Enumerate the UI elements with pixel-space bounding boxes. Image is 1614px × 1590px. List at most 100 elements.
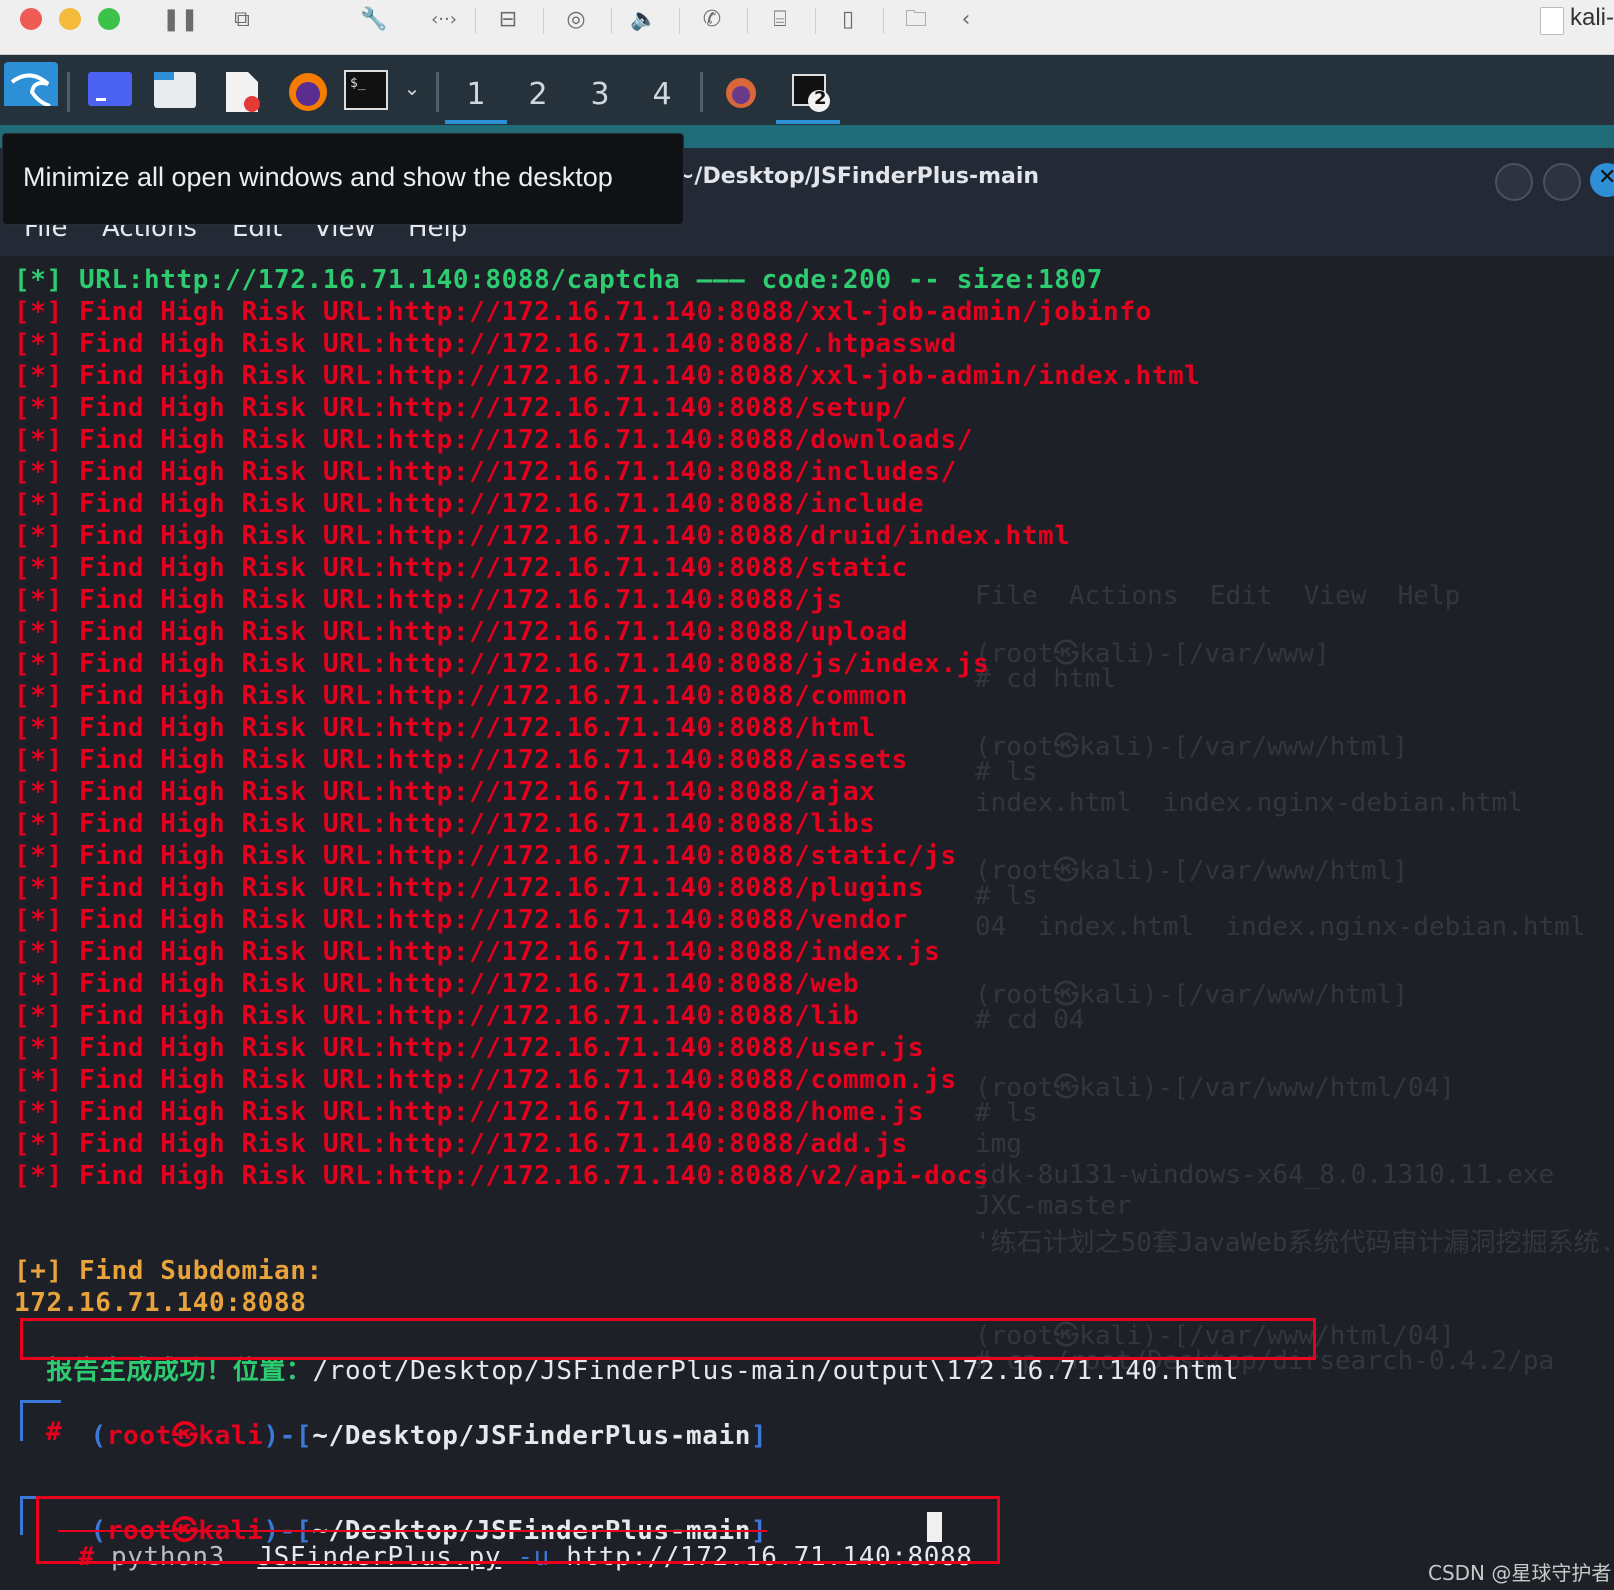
ghost-line: index.html index.nginx-debian.html [975, 788, 1523, 818]
vm-toolbar: ❚❚ ⧉ 🔧 ‹··› ⊟ ◎ 🔈 ✆ ⌸ ▯ 🗀 ‹ kali- [0, 0, 1614, 55]
terminal-badge: 2 [814, 88, 827, 109]
show-desktop-tooltip: Minimize all open windows and show the d… [2, 133, 684, 225]
chevron-left-icon[interactable]: ‹ [952, 6, 980, 34]
risk-url: http://172.16.71.140:8088/ajax [387, 777, 876, 807]
risk-url-line: [*] Find High Risk URL:http://172.16.71.… [14, 1001, 859, 1031]
shared-folder-icon[interactable]: 🗀 [902, 6, 930, 34]
prompt-user: root [106, 1421, 172, 1451]
risk-prefix: [*] Find High Risk URL: [14, 617, 388, 647]
risk-url: http://172.16.71.140:8088/includes/ [387, 457, 957, 487]
risk-prefix: [*] Find High Risk URL: [14, 425, 388, 455]
camera-icon[interactable]: ◎ [562, 6, 590, 34]
highlight-command-box [36, 1496, 1000, 1564]
risk-url-line: [*] Find High Risk URL:http://172.16.71.… [14, 1033, 924, 1063]
workspace-1[interactable]: 1 [445, 66, 507, 124]
close-icon: ✕ [1598, 165, 1614, 190]
ghost-line: JXC-master [975, 1191, 1132, 1221]
report-path: /root/Desktop/JSFinderPlus-main/output\1… [312, 1356, 1239, 1386]
hard-disk-icon[interactable]: ⊟ [494, 6, 522, 34]
terminal-icon[interactable]: $_ [344, 70, 388, 114]
risk-url-line: [*] Find High Risk URL:http://172.16.71.… [14, 457, 957, 487]
prompt-skull-icon: ㉿ [171, 1421, 199, 1451]
minimize-button[interactable] [1495, 163, 1533, 201]
captcha-line: [*] URL:http://172.16.71.140:8088/captch… [14, 265, 1103, 295]
file-manager-icon[interactable] [152, 70, 198, 114]
show-desktop-icon[interactable] [88, 70, 132, 114]
risk-url: http://172.16.71.140:8088/druid/index.ht… [387, 521, 1071, 551]
close-window-button[interactable] [20, 8, 42, 30]
text-editor-icon[interactable] [222, 70, 262, 114]
firefox-window-icon[interactable] [722, 74, 760, 118]
risk-url-line: [*] Find High Risk URL:http://172.16.71.… [14, 841, 957, 871]
ghost-line: 04 index.html index.nginx-debian.html [975, 912, 1586, 942]
risk-url: http://172.16.71.140:8088/js/index.js [387, 649, 990, 679]
risk-url: http://172.16.71.140:8088/vendor [387, 905, 908, 935]
risk-prefix: [*] Find High Risk URL: [14, 1033, 388, 1063]
risk-url-line: [*] Find High Risk URL:http://172.16.71.… [14, 937, 940, 967]
risk-url: http://172.16.71.140:8088/.htpasswd [387, 329, 957, 359]
risk-url: http://172.16.71.140:8088/xxl-job-admin/… [387, 297, 1152, 327]
risk-url-line: [*] Find High Risk URL:http://172.16.71.… [14, 1161, 989, 1191]
risk-prefix: [*] Find High Risk URL: [14, 489, 388, 519]
chevron-down-icon[interactable]: ⌄ [398, 74, 426, 102]
risk-url: http://172.16.71.140:8088/js [387, 585, 843, 615]
snapshot-icon[interactable]: ⧉ [228, 6, 256, 34]
risk-url: http://172.16.71.140:8088/lib [387, 1001, 860, 1031]
risk-url-line: [*] Find High Risk URL:http://172.16.71.… [14, 329, 957, 359]
risk-prefix: [*] Find High Risk URL: [14, 841, 388, 871]
risk-url-line: [*] Find High Risk URL:http://172.16.71.… [14, 1129, 908, 1159]
ghost-line: img [975, 1129, 1022, 1159]
ghost-line: # ls [975, 881, 1038, 911]
risk-url: http://172.16.71.140:8088/user.js [387, 1033, 925, 1063]
code-icon[interactable]: ‹··› [427, 6, 461, 34]
terminal-window-task[interactable]: 2 [776, 66, 840, 124]
svg-text:$_: $_ [350, 76, 366, 91]
ghost-line: (root㉿kali)-[/var/www/html] [975, 732, 1408, 762]
pause-icon[interactable]: ❚❚ [162, 6, 199, 34]
prompt-hash: # [46, 1417, 63, 1447]
workspace-3[interactable]: 3 [569, 66, 631, 124]
risk-url: http://172.16.71.140:8088/add.js [387, 1129, 908, 1159]
highlight-report-box [20, 1318, 1316, 1360]
risk-prefix: [*] Find High Risk URL: [14, 393, 388, 423]
risk-prefix: [*] Find High Risk URL: [14, 361, 388, 391]
risk-url-line: [*] Find High Risk URL:http://172.16.71.… [14, 297, 1152, 327]
risk-prefix: [*] Find High Risk URL: [14, 745, 388, 775]
risk-url: http://172.16.71.140:8088/static/js [387, 841, 957, 871]
workspace-2[interactable]: 2 [507, 66, 569, 124]
risk-url-line: [*] Find High Risk URL:http://172.16.71.… [14, 649, 989, 679]
risk-url-line: [*] Find High Risk URL:http://172.16.71.… [14, 713, 875, 743]
maximize-button[interactable] [1543, 163, 1581, 201]
speaker-icon[interactable]: 🔈 [630, 6, 658, 34]
workspace-4[interactable]: 4 [631, 66, 693, 124]
prompt-dir: ~/Desktop/JSFinderPlus-main [312, 1421, 752, 1451]
risk-url: http://172.16.71.140:8088/common [387, 681, 908, 711]
risk-url: http://172.16.71.140:8088/home.js [387, 1097, 925, 1127]
device-icon[interactable]: ▯ [834, 6, 862, 34]
kali-menu-icon[interactable] [4, 62, 58, 106]
tooltip-text: Minimize all open windows and show the d… [23, 162, 613, 192]
report-label: 报告生成成功！位置： [46, 1356, 313, 1386]
phone-icon[interactable]: ✆ [698, 6, 726, 34]
firefox-icon[interactable] [286, 70, 330, 114]
risk-prefix: [*] Find High Risk URL: [14, 905, 388, 935]
risk-url-line: [*] Find High Risk URL:http://172.16.71.… [14, 553, 908, 583]
risk-prefix: [*] Find High Risk URL: [14, 1161, 388, 1191]
risk-url: http://172.16.71.140:8088/web [387, 969, 860, 999]
fullscreen-window-button[interactable] [98, 8, 120, 30]
risk-url: http://172.16.71.140:8088/v2/api-docs [387, 1161, 990, 1191]
prompt-line: (root㉿kali)-[~/Desktop/JSFinderPlus-main… [90, 1421, 768, 1451]
risk-url-line: [*] Find High Risk URL:http://172.16.71.… [14, 585, 843, 615]
subdomain-value: 172.16.71.140:8088 [14, 1288, 307, 1318]
risk-url-line: [*] Find High Risk URL:http://172.16.71.… [14, 809, 875, 839]
minimize-window-button[interactable] [59, 8, 81, 30]
watermark: CSDN @星球守护者 [1428, 1561, 1612, 1585]
risk-url: http://172.16.71.140:8088/plugins [387, 873, 925, 903]
usb-icon[interactable]: ⌸ [766, 6, 794, 34]
risk-prefix: [*] Find High Risk URL: [14, 1065, 388, 1095]
risk-prefix: [*] Find High Risk URL: [14, 329, 388, 359]
risk-url-line: [*] Find High Risk URL:http://172.16.71.… [14, 969, 859, 999]
risk-url-line: [*] Find High Risk URL:http://172.16.71.… [14, 777, 875, 807]
subdomain-header: [+] Find Subdomian: [14, 1256, 323, 1286]
wrench-icon[interactable]: 🔧 [360, 6, 388, 34]
